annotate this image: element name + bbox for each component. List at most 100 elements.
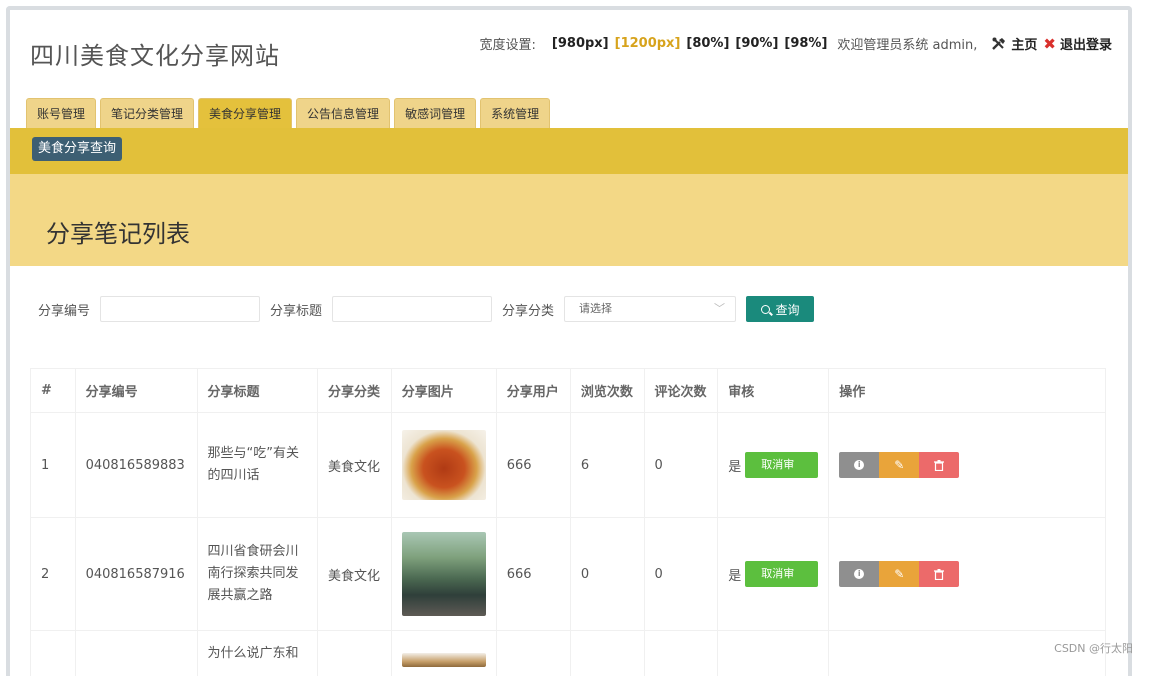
pencil-icon: ✎ [894,567,905,581]
cell-review: 是 取消审核 [717,412,830,518]
table-header-row: # 分享编号 分享标题 分享分类 分享图片 分享用户 浏览次数 评论次数 审核 … [30,368,1106,413]
col-header-id: 分享编号 [74,368,198,413]
edit-button[interactable]: ✎ [879,561,920,587]
food-share-query-button[interactable]: 美食分享查询 [32,137,123,161]
share-notes-table: # 分享编号 分享标题 分享分类 分享图片 分享用户 浏览次数 评论次数 审核 … [30,368,1106,676]
share-id-input[interactable] [100,296,261,322]
cell-id [74,630,198,676]
tools-icon [991,37,1007,51]
cell-title: 为什么说广东和 [196,630,319,676]
cancel-review-button[interactable]: 取消审核 [745,561,819,606]
col-header-review: 审核 [717,368,830,413]
col-header-index: # [30,368,76,413]
tab-sensitive-words[interactable]: 敏感词管理 [394,98,477,128]
watermark: CSDN @行太阳 [1054,642,1133,655]
width-option-1200[interactable]: [1200px] [615,36,681,51]
cell-comments [643,630,719,676]
approved-status: 是 [728,568,742,584]
col-header-image: 分享图片 [390,368,497,413]
col-header-comments: 评论次数 [643,368,719,413]
cell-category [317,630,392,676]
width-option-90[interactable]: [90%] [735,36,778,51]
meeting-thumbnail[interactable] [401,532,486,616]
close-icon: ✖ [1043,34,1056,53]
logout-link-label: 退出登录 [1059,38,1112,53]
cell-index [30,630,76,676]
table-row: 2 040816587916 四川省食研会川南行探索共同发展共赢之路 美食文化 … [30,517,1106,631]
cell-review [717,630,830,676]
table-row: 为什么说广东和 [30,630,1106,676]
home-link-label: 主页 [1011,38,1038,53]
cell-user [495,630,571,676]
soup-thumbnail[interactable] [401,653,486,667]
delete-button[interactable] [919,452,960,478]
pencil-icon: ✎ [894,458,905,472]
cell-category: 美食文化 [317,412,392,518]
col-header-title: 分享标题 [196,368,319,413]
topbar: 宽度设置: [980px] [1200px] [80%] [90%] [98%]… [479,34,1112,54]
view-button[interactable]: i [839,561,880,587]
tab-announcement[interactable]: 公告信息管理 [296,98,391,128]
width-option-980[interactable]: [980px] [552,36,609,51]
approved-status: 是 [728,459,742,475]
col-header-category: 分享分类 [317,368,392,413]
share-category-select[interactable]: 请选择 ﹀ [564,296,737,322]
info-icon: i [854,569,865,579]
cell-category: 美食文化 [317,517,392,631]
cell-image [390,412,497,518]
tab-food-share[interactable]: 美食分享管理 [198,98,293,128]
col-header-user: 分享用户 [495,368,571,413]
cell-actions: i ✎ [828,412,1106,518]
delete-button[interactable] [919,561,960,587]
cell-views: 6 [569,412,645,518]
cell-image [390,630,497,676]
search-button-label: 查询 [775,302,800,317]
width-option-80[interactable]: [80%] [686,36,729,51]
share-category-label: 分享分类 [502,303,555,319]
share-id-label: 分享编号 [38,303,91,319]
trash-icon [934,459,945,471]
info-icon: i [854,460,865,470]
search-icon [760,304,770,314]
page-frame: 四川美食文化分享网站 宽度设置: [980px] [1200px] [80%] … [6,6,1132,676]
cell-actions: i ✎ [828,517,1106,631]
cell-id: 040816589883 [74,412,198,518]
filter-bar: 分享编号 分享标题 分享分类 请选择 ﹀ 查询 [38,296,815,322]
food-thumbnail[interactable] [401,430,486,500]
sub-nav-bar: 美食分享查询 [10,128,1128,174]
cell-user: 666 [495,517,571,631]
page-banner: 分享笔记列表 [10,174,1128,266]
col-header-actions: 操作 [828,368,1106,413]
cell-views [569,630,645,676]
cell-review: 是 取消审核 [717,517,830,631]
width-setting-label: 宽度设置: [479,38,536,53]
chevron-down-icon: ﹀ [714,302,726,315]
col-header-views: 浏览次数 [569,368,645,413]
site-title: 四川美食文化分享网站 [30,42,280,70]
page-title: 分享笔记列表 [46,220,190,248]
cancel-review-button[interactable]: 取消审核 [745,452,819,497]
cell-comments: 0 [643,412,719,518]
header: 四川美食文化分享网站 宽度设置: [980px] [1200px] [80%] … [10,10,1128,98]
welcome-text: 欢迎管理员系统 admin, [837,38,978,53]
share-title-label: 分享标题 [270,303,323,319]
cell-user: 666 [495,412,571,518]
view-button[interactable]: i [839,452,880,478]
category-placeholder: 请选择 [579,302,613,315]
home-link[interactable]: 主页 [991,34,1037,53]
cell-index: 2 [30,517,76,631]
tab-note-category[interactable]: 笔记分类管理 [100,98,195,128]
cell-title: 四川省食研会川南行探索共同发展共赢之路 [196,517,319,631]
cell-id: 040816587916 [74,517,198,631]
logout-link[interactable]: ✖ 退出登录 [1043,34,1112,54]
search-button[interactable]: 查询 [746,296,815,322]
trash-icon [934,568,945,580]
cell-title: 那些与“吃”有关的四川话 [196,412,319,518]
table-row: 1 040816589883 那些与“吃”有关的四川话 美食文化 666 6 0… [30,412,1106,518]
share-title-input[interactable] [332,296,493,322]
cell-comments: 0 [643,517,719,631]
width-option-98[interactable]: [98%] [784,36,827,51]
edit-button[interactable]: ✎ [879,452,920,478]
tab-system[interactable]: 系统管理 [480,98,551,128]
tab-account[interactable]: 账号管理 [26,98,97,128]
